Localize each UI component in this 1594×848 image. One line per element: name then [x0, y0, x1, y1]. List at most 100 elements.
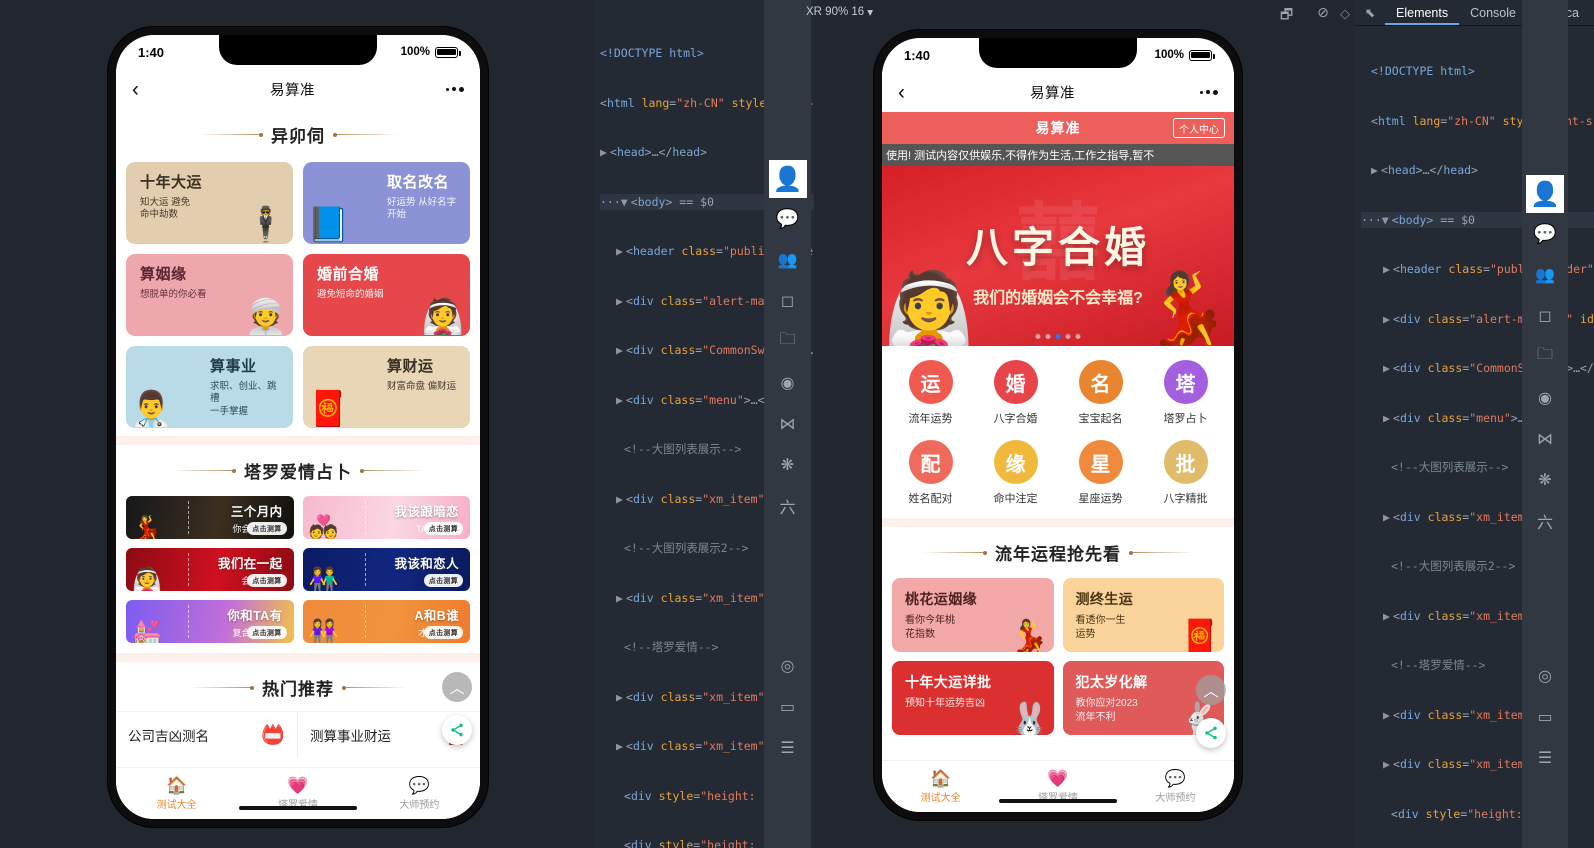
inspect-cursor-icon[interactable]: ⬉ [1355, 0, 1385, 25]
aperture-icon[interactable]: ◉ [1522, 377, 1568, 418]
cloud-icon[interactable]: 六 [1522, 500, 1568, 541]
chevron-left-icon[interactable]: ‹ [132, 79, 139, 100]
card-art-icon: 🧧 [1180, 618, 1220, 652]
card-desc: 看透你一生 运势 [1075, 615, 1126, 640]
cloud-icon[interactable]: 六 [764, 485, 811, 526]
menu-item-taluozhanbu[interactable]: 塔 塔罗占卜 [1143, 360, 1228, 426]
banner-subtitle: 我们的婚姻会不会幸福? [973, 290, 1143, 307]
favorites-icon[interactable]: ⋈ [1522, 418, 1568, 459]
tarot-cta-button[interactable]: 点击测算 [423, 574, 463, 587]
liunian-card-taohua[interactable]: 桃花运姻缘 看你今年桃 花指数 💃 [892, 578, 1054, 652]
tab-elements[interactable]: Elements [1385, 0, 1459, 25]
tarot-cta-button[interactable]: 点击测算 [247, 522, 287, 535]
cube-icon[interactable]: ◻ [764, 280, 811, 321]
chat-bubble-icon[interactable]: 💬 [764, 198, 811, 239]
card-suan-yinyuan[interactable]: 算姻缘 想脱单的你必看 👳 [126, 254, 293, 336]
section-title: 异卯伺 [271, 127, 325, 146]
menu-item-xingzuoyunshi[interactable]: 星 星座运势 [1058, 440, 1143, 506]
devtools-window-controls: 🗗 ⊘ [1280, 4, 1329, 28]
liunian-grid: 桃花运姻缘 看你今年桃 花指数 💃 测终生运 看透你一生 运势 🧧 十年大运详批… [882, 576, 1234, 741]
wifi-icon[interactable]: ◎ [1522, 655, 1568, 696]
tab-taluoaiqing[interactable]: 💗 塔罗爱情 [999, 761, 1116, 812]
chevron-down-icon[interactable]: ▾ [867, 5, 873, 19]
scroll-to-top-icon[interactable]: ︿ [442, 672, 472, 702]
device-icon[interactable]: ▭ [1522, 696, 1568, 737]
tarot-card[interactable]: 💃 三个月内 你会脱单吗? 点击测算 [126, 496, 294, 539]
menu-item-xingmingpeidui[interactable]: 配 姓名配对 [888, 440, 973, 506]
plugin-icon[interactable]: ❋ [1522, 459, 1568, 500]
more-dots-icon[interactable] [446, 86, 464, 92]
hot-item-label: 公司吉凶测名 [128, 729, 209, 744]
tarot-icon: 塔 [1163, 360, 1208, 404]
copy-panel-icon[interactable]: 🗗 [1280, 4, 1293, 28]
devtools-dock-icon[interactable]: ◇ [1340, 6, 1350, 22]
tarot-cta-button[interactable]: 点击测算 [247, 574, 287, 587]
share-icon[interactable] [1196, 718, 1226, 748]
section-title: 热门推荐 [262, 680, 334, 699]
tarot-cta-button[interactable]: 点击测算 [423, 626, 463, 639]
folder-icon[interactable]: 🗀 [1522, 336, 1568, 377]
tab-ceshidaquan[interactable]: 🏠 测试大全 [116, 768, 237, 819]
tab-dashiyuyue[interactable]: 💬 大师预约 [1117, 761, 1234, 812]
contacts-icon[interactable]: 👥 [1522, 254, 1568, 295]
liunian-card-zhongshengyun[interactable]: 测终生运 看透你一生 运势 🧧 [1062, 578, 1224, 652]
tab-ceshidaquan[interactable]: 🏠 测试大全 [882, 761, 999, 812]
list-item[interactable]: 公司吉凶测名 📛 [116, 712, 298, 758]
tab-dashiyuyue[interactable]: 💬 大师预约 [359, 768, 480, 819]
menu-item-liunianyunshi[interactable]: 运 流年运势 [888, 360, 973, 426]
menu-item-baobaoqiming[interactable]: 名 宝宝起名 [1058, 360, 1143, 426]
tab-taluoaiqing[interactable]: 💗 塔罗爱情 [237, 768, 358, 819]
favorites-icon[interactable]: ⋈ [764, 403, 811, 444]
tarot-card[interactable]: 👭 A和B谁 才是真爱? 点击测算 [302, 600, 470, 643]
plugin-icon[interactable]: ❋ [764, 444, 811, 485]
aperture-icon[interactable]: ◉ [764, 362, 811, 403]
card-shinian-dayun[interactable]: 十年大运 知大运 避免 命中劫数 🕴 [126, 162, 293, 244]
avatar-icon[interactable]: 👤 [768, 160, 807, 198]
banner-swiper[interactable]: 囍 👰 💃 八字合婚 我们的婚姻会不会幸福? [882, 166, 1234, 346]
cube-icon[interactable]: ◻ [1522, 295, 1568, 336]
card-title: 算财运 [387, 358, 434, 375]
tab-console[interactable]: Console [1459, 0, 1527, 25]
share-icon[interactable] [442, 715, 472, 745]
tarot-card[interactable]: 👫 我该和恋人 分手吗? 点击测算 [302, 548, 470, 591]
tarot-card[interactable]: 💑 我该跟暗恋 TA告白吗? 点击测算 [302, 496, 470, 539]
tarot-title: A和B谁 [414, 608, 459, 623]
device-icon[interactable]: ▭ [764, 686, 811, 727]
banner-title: 八字合婚 [965, 224, 1151, 271]
card-suan-shiye[interactable]: 算事业 求职、创业、跳槽 一手掌握 👨‍⚕️ [126, 346, 293, 428]
right-scroll-area[interactable]: 易算准 个人中心 使用! 测试内容仅供娱乐,不得作为生活,工作之指导,暂不 囍 … [882, 112, 1234, 812]
tab-label: 大师预约 [399, 799, 440, 811]
menu-item-bazihehun[interactable]: 婚 八字合婚 [973, 360, 1058, 426]
menu-item-bazijingpi[interactable]: 批 八字精批 [1143, 440, 1228, 506]
tarot-card[interactable]: 👰 我们在一起 会幸福吗? 点击测算 [126, 548, 294, 591]
tarot-cta-button[interactable]: 点击测算 [423, 522, 463, 535]
page-title: 易算准 [270, 82, 315, 99]
menu-item-mingzhongzhuding[interactable]: 缘 命中注定 [973, 440, 1058, 506]
menu-icon[interactable]: ☰ [764, 727, 811, 768]
tarot-cta-button[interactable]: 点击测算 [247, 626, 287, 639]
personal-center-button[interactable]: 个人中心 [1173, 118, 1225, 138]
tarot-card[interactable]: 💒 你和TA有 复合机会吗? 点击测算 [126, 600, 294, 643]
no-entry-icon[interactable]: ⊘ [1317, 4, 1329, 28]
card-hunqian-hehun[interactable]: 婚前合婚 避免短命的婚姻 👰 [303, 254, 470, 336]
chevron-left-icon[interactable]: ‹ [898, 82, 905, 103]
folder-icon[interactable]: 🗀 [764, 321, 811, 362]
left-scroll-area[interactable]: 异卯伺 十年大运 知大运 避免 命中劫数 🕴 取名改名 好运势 从好名字 开始 … [116, 109, 480, 819]
device-zoom-label[interactable]: XR 90% 16 ▾ [806, 5, 873, 19]
page-title: 易算准 [1030, 85, 1075, 102]
wifi-icon[interactable]: ◎ [764, 645, 811, 686]
scroll-to-top-icon[interactable]: ︿ [1196, 675, 1226, 705]
menu-icon[interactable]: ☰ [1522, 737, 1568, 778]
zodiac-icon: 星 [1078, 440, 1123, 484]
more-dots-icon[interactable] [1200, 89, 1218, 95]
avatar-icon[interactable]: 👤 [1526, 175, 1564, 213]
card-suan-caiyun[interactable]: 算财运 财富命盘 偏财运 🧧 [303, 346, 470, 428]
seal-icon: 📛 [261, 725, 285, 746]
swiper-dots[interactable] [1035, 334, 1081, 339]
contacts-icon[interactable]: 👥 [764, 239, 811, 280]
liunian-card-shiniandayun[interactable]: 十年大运详批 预知十年运势吉凶 🐰 [892, 661, 1054, 735]
card-quming-gaiming[interactable]: 取名改名 好运势 从好名字 开始 📘 [303, 162, 470, 244]
chat-bubble-icon[interactable]: 💬 [1522, 213, 1568, 254]
left-phone-preview: 1:40 100% ‹ 易算准 异卯伺 十年大运 知大运 避免 命中劫数 🕴 取… [108, 27, 488, 827]
home-icon: 🏠 [930, 768, 952, 788]
